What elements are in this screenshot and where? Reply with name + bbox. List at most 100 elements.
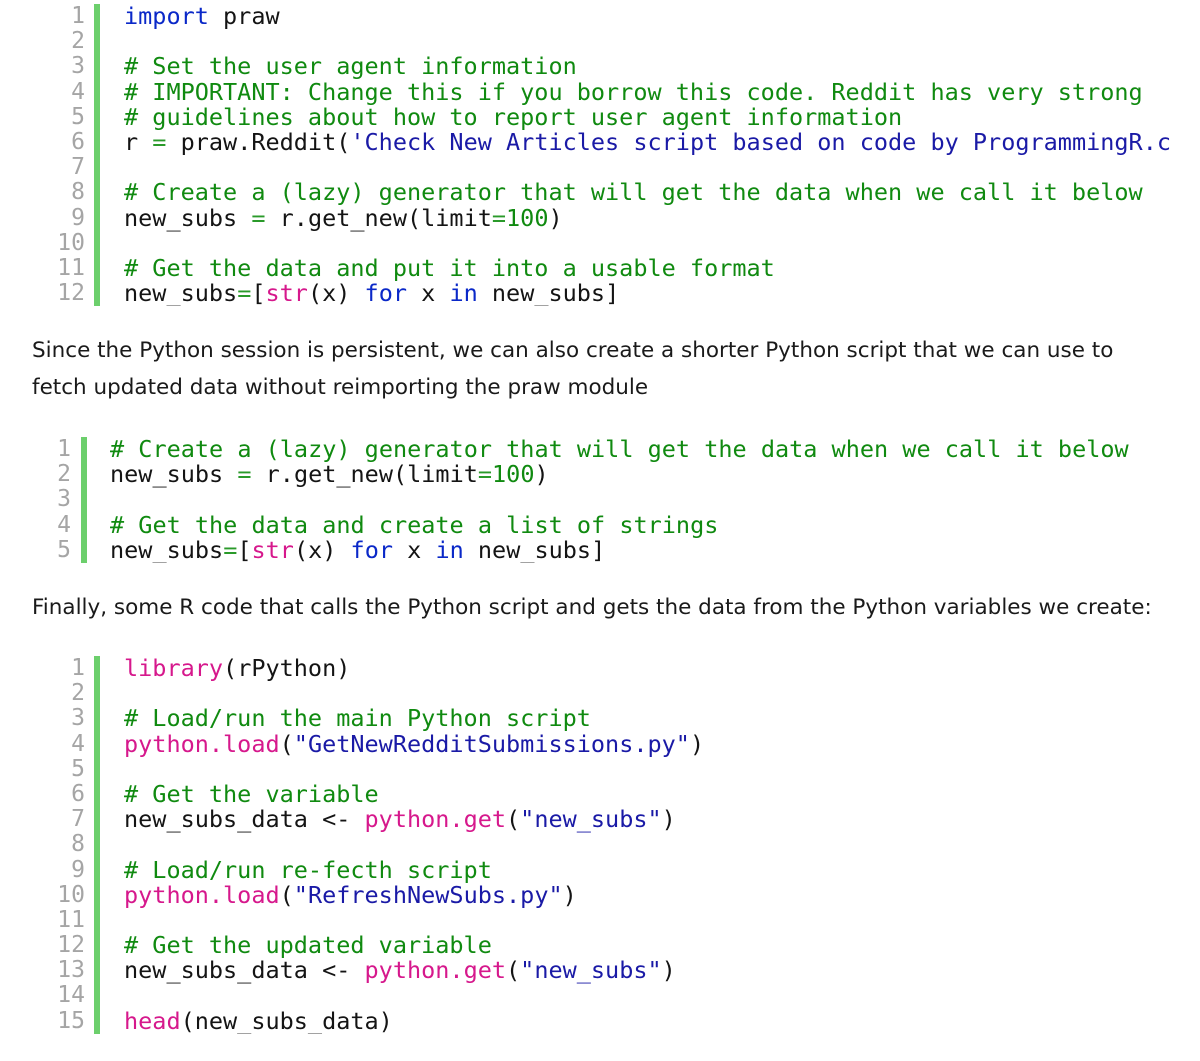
- code-token: # Get the variable: [124, 779, 379, 808]
- code-token: ): [562, 880, 577, 909]
- code-token: in: [449, 279, 478, 307]
- line-number: 3: [71, 53, 85, 80]
- code-token: =: [237, 279, 252, 307]
- code-line: 14: [0, 983, 1200, 1008]
- code-line: 11 # Get the data and put it into a usabl…: [0, 253, 1200, 282]
- line-number: 12: [57, 280, 85, 307]
- code-token: # guidelines about how to report user ag…: [124, 102, 903, 131]
- code-token: # Load/run the main Python script: [124, 704, 591, 733]
- code-token: praw.Reddit(: [166, 127, 351, 156]
- code-token: str: [265, 279, 308, 307]
- code-text: # Load/run re-fecth script: [124, 855, 492, 884]
- code-token: python.get: [364, 956, 507, 985]
- code-token: for: [364, 279, 407, 307]
- paragraph-r-code-intro: Finally, some R code that calls the Pyth…: [32, 595, 1152, 620]
- code-text: head(new_subs_data): [124, 1006, 393, 1034]
- code-line: 6 # Get the variable: [0, 779, 1200, 808]
- code-token: new_subs: [124, 203, 252, 232]
- code-line: 4 # Get the data and create a list of str…: [0, 511, 1200, 538]
- code-line: 3 # Set the user agent information: [0, 54, 1200, 79]
- line-number: 4: [71, 78, 85, 105]
- code-token: head: [124, 1006, 181, 1034]
- code-line: 8 # Create a (lazy) generator that will g…: [0, 180, 1200, 205]
- code-token: (: [506, 956, 521, 985]
- python-code-block-1: 1 import praw 2 3 # Set the user agent infor…: [0, 4, 1200, 307]
- code-text: new_subs = r.get_new(limit=100): [110, 462, 549, 487]
- code-token: [: [251, 279, 266, 307]
- paragraph-session-persistent: Since the Python session is persistent, …: [32, 338, 1114, 400]
- code-line: 7: [0, 154, 1200, 180]
- line-number: 6: [71, 780, 85, 807]
- code-token: =: [223, 535, 238, 563]
- code-token: (: [279, 880, 294, 909]
- code-token: python.load: [124, 880, 280, 909]
- code-token: # Create a (lazy) generator that will ge…: [110, 437, 1129, 463]
- line-number: 5: [71, 755, 85, 782]
- line-number: 4: [57, 511, 71, 538]
- code-token: for: [350, 535, 393, 563]
- code-text: # guidelines about how to report user ag…: [124, 102, 903, 131]
- code-line: 9 new_subs = r.get_new(limit=100): [0, 203, 1200, 232]
- code-token: (: [279, 729, 294, 758]
- code-text: # IMPORTANT: Change this if you borrow t…: [124, 79, 1143, 105]
- code-token: python.load: [124, 729, 280, 758]
- code-token: ): [534, 460, 549, 489]
- code-token: r.get_new(limit: [265, 203, 492, 232]
- code-line: 2: [0, 28, 1200, 54]
- code-token: str: [251, 535, 294, 563]
- code-text: # Get the data and put it into a usable …: [124, 253, 775, 282]
- code-token: x: [407, 279, 450, 307]
- code-token: # Set the user agent information: [124, 52, 577, 81]
- code-token: # Load/run re-fecth script: [124, 855, 492, 884]
- code-token: (x): [293, 535, 351, 563]
- code-token: new_subs: [124, 279, 238, 307]
- line-number: 1: [57, 437, 71, 462]
- python-code-block-2: 1 # Create a (lazy) generator that will g…: [0, 437, 1200, 563]
- code-text: r = praw.Reddit('Check New Articles scri…: [124, 127, 1171, 156]
- code-text: new_subs = r.get_new(limit=100): [124, 203, 563, 232]
- line-number: 9: [71, 856, 85, 883]
- line-number: 2: [71, 680, 85, 707]
- code-token: praw: [208, 4, 280, 30]
- code-token: new_subs_data <-: [124, 956, 365, 985]
- line-number: 8: [71, 179, 85, 206]
- code-line: 15 head(new_subs_data): [0, 1006, 1200, 1034]
- code-line: 7 new_subs_data <- python.get("new_subs"): [0, 806, 1200, 833]
- line-number: 10: [57, 229, 85, 256]
- code-line: 3 # Load/run the main Python script: [0, 706, 1200, 731]
- code-token: =: [491, 203, 507, 232]
- code-text: new_subs=[str(x) for x in new_subs]: [124, 279, 619, 307]
- code-token: =: [237, 460, 252, 489]
- code-line: 4 # IMPORTANT: Change this if you borrow …: [0, 78, 1200, 105]
- code-line: 3: [0, 487, 1200, 512]
- code-line: 13 new_subs_data <- python.get("new_subs"…: [0, 958, 1200, 983]
- code-text: import praw: [124, 4, 280, 29]
- code-line: 1 # Create a (lazy) generator that will g…: [0, 437, 1200, 462]
- code-token: "new_subs": [520, 956, 662, 985]
- code-token: ): [661, 805, 676, 834]
- line-number: 3: [71, 705, 85, 732]
- code-line: 10: [0, 229, 1200, 256]
- line-number: 7: [71, 806, 85, 833]
- code-token: x: [393, 535, 436, 563]
- code-token: import: [124, 4, 209, 30]
- code-token: 'Check New Articles script based on code…: [350, 127, 1171, 156]
- code-token: r.get_new(limit: [251, 460, 478, 489]
- code-token: ): [548, 203, 563, 232]
- code-text: library(rPython): [124, 656, 350, 681]
- code-token: [: [237, 535, 252, 563]
- code-text: python.load("RefreshNewSubs.py"): [124, 880, 577, 909]
- line-number: 9: [71, 204, 85, 231]
- r-code-block: 1 library(rPython) 2 3 # Load/run the main P…: [0, 656, 1200, 1034]
- code-line: 5 # guidelines about how to report user a…: [0, 102, 1200, 131]
- code-text: new_subs_data <- python.get("new_subs"): [124, 807, 676, 832]
- code-token: =: [152, 127, 167, 156]
- code-token: library: [124, 656, 224, 682]
- line-number: 1: [71, 656, 85, 681]
- code-token: python.get: [364, 805, 507, 834]
- code-token: # Get the data and put it into a usable …: [124, 253, 775, 282]
- code-text: # Get the variable: [124, 779, 379, 808]
- code-token: 100: [492, 460, 535, 489]
- code-token: ): [689, 729, 705, 758]
- code-line: 12 new_subs=[str(x) for x in new_subs]: [0, 279, 1200, 307]
